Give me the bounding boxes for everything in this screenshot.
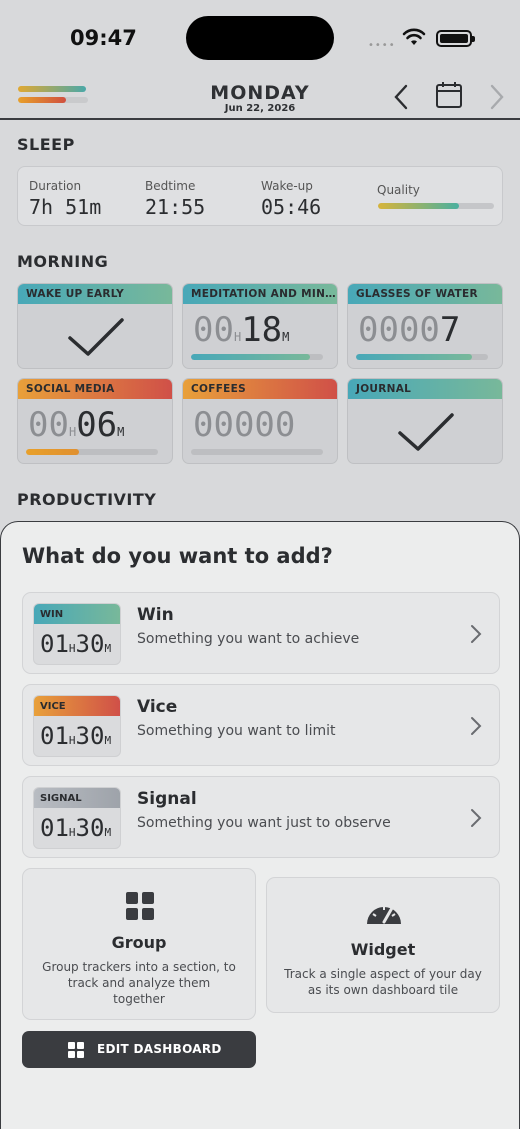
signal-tag: SIGNAL [34, 788, 120, 808]
checkmark-icon [398, 413, 454, 451]
chevron-left-icon[interactable] [388, 82, 414, 112]
option-description: Something you want to achieve [137, 631, 360, 647]
win-preview: WIN 01H30M [33, 603, 121, 665]
vice-preview-value: 01H30M [40, 722, 112, 750]
sleep-card[interactable]: Duration 7h 51m Bedtime 21:55 Wake-up 05… [17, 166, 503, 226]
sleep-quality: Quality [377, 183, 420, 197]
day-header: MONDAY Jun 22, 2026 [0, 78, 520, 120]
tile-meditation[interactable]: MEDITATION AND MIN... 00H18M [182, 283, 338, 369]
sleep-bedtime: Bedtime 21:55 [145, 179, 205, 219]
tile-count-value: 00007 [358, 310, 461, 350]
sleep-wakeup: Wake-up 05:46 [261, 179, 321, 219]
status-time: 09:47 [70, 26, 137, 50]
status-bar: 09:47 •••• [0, 0, 520, 78]
option-win[interactable]: WIN 01H30M Win Something you want to ach… [22, 592, 500, 674]
win-tag: WIN [34, 604, 120, 624]
tile-label: WAKE UP EARLY [18, 284, 172, 304]
tile-wake-up-early[interactable]: WAKE UP EARLY [17, 283, 173, 369]
wifi-icon [402, 28, 426, 45]
tile-social-media[interactable]: SOCIAL MEDIA 00H06M [17, 378, 173, 464]
sleep-bedtime-label: Bedtime [145, 179, 196, 193]
option-vice[interactable]: VICE 01H30M Vice Something you want to l… [22, 684, 500, 766]
tile-glasses-of-water[interactable]: GLASSES OF WATER 00007 [347, 283, 503, 369]
grid-icon [126, 892, 154, 920]
option-description: Something you want just to observe [137, 815, 391, 831]
option-name: Win [137, 605, 174, 625]
sleep-bedtime-value: 21:55 [145, 195, 206, 219]
tile-label: GLASSES OF WATER [348, 284, 502, 304]
tile-duration-value: 00H18M [193, 310, 290, 350]
vice-tag: VICE [34, 696, 120, 716]
sleep-duration-value: 7h 51m [29, 195, 102, 219]
signal-preview-value: 01H30M [40, 814, 112, 842]
option-description: Something you want to limit [137, 723, 336, 739]
group-title: Group [111, 933, 167, 952]
sleep-quality-label: Quality [377, 183, 420, 197]
option-name: Signal [137, 789, 197, 809]
tile-label: MEDITATION AND MIN... [183, 284, 337, 304]
add-sheet: What do you want to add? WIN 01H30M Win … [0, 521, 520, 1129]
sleep-wakeup-label: Wake-up [261, 179, 313, 193]
vice-preview: VICE 01H30M [33, 695, 121, 757]
widget-title: Widget [350, 940, 416, 959]
edit-dashboard-label: EDIT DASHBOARD [97, 1042, 222, 1056]
battery-icon [436, 30, 475, 47]
signal-preview: SIGNAL 01H30M [33, 787, 121, 849]
tile-duration-value: 00H06M [28, 405, 125, 445]
tile-journal[interactable]: JOURNAL [347, 378, 503, 464]
dynamic-island [186, 16, 334, 60]
chevron-right-icon [471, 625, 482, 643]
tile-count-value: 00000 [193, 405, 296, 445]
cellular-signal-icon: •••• [368, 40, 396, 51]
tile-label: SOCIAL MEDIA [18, 379, 172, 399]
calendar-icon[interactable] [434, 80, 464, 110]
option-name: Vice [137, 697, 178, 717]
chevron-right-icon [471, 809, 482, 827]
section-title-productivity: PRODUCTIVITY [17, 490, 157, 509]
tile-progress-bar [26, 449, 158, 455]
option-signal[interactable]: SIGNAL 01H30M Signal Something you want … [22, 776, 500, 858]
chevron-right-icon[interactable] [484, 82, 510, 112]
tile-label: JOURNAL [348, 379, 502, 399]
sleep-duration: Duration 7h 51m [29, 179, 101, 219]
tile-label: COFFEES [183, 379, 337, 399]
checkmark-icon [68, 318, 124, 356]
gauge-icon [367, 906, 401, 924]
tile-progress-bar [191, 449, 323, 455]
widget-description: Track a single aspect of your day as its… [284, 967, 482, 997]
group-card[interactable]: Group Group trackers into a section, to … [22, 868, 256, 1020]
tile-coffees[interactable]: COFFEES 00000 [182, 378, 338, 464]
grid-icon [68, 1042, 84, 1058]
sleep-wakeup-value: 05:46 [261, 195, 322, 219]
win-preview-value: 01H30M [40, 630, 112, 658]
tile-progress-bar [191, 354, 323, 360]
section-title-sleep: SLEEP [17, 135, 75, 154]
sleep-quality-bar [378, 203, 494, 209]
section-title-morning: MORNING [17, 252, 109, 271]
group-description: Group trackers into a section, to track … [42, 960, 236, 1006]
sheet-title: What do you want to add? [22, 544, 333, 568]
chevron-right-icon [471, 717, 482, 735]
edit-dashboard-button[interactable]: EDIT DASHBOARD [22, 1031, 256, 1068]
widget-card[interactable]: Widget Track a single aspect of your day… [266, 877, 500, 1013]
tile-progress-bar [356, 354, 488, 360]
sleep-duration-label: Duration [29, 179, 82, 193]
